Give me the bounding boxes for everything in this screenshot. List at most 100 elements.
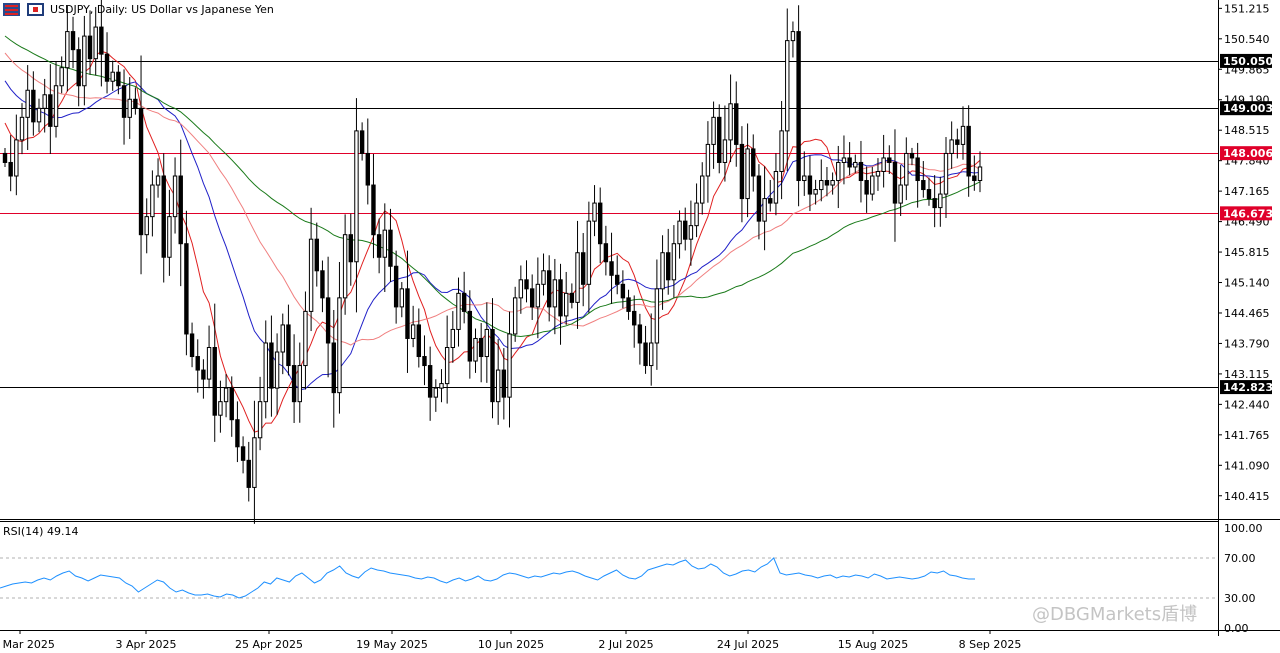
candle-body-bull	[790, 31, 796, 42]
candle-body-bear	[643, 342, 648, 367]
candle	[796, 5, 801, 207]
candle	[751, 134, 756, 192]
candle	[65, 6, 70, 92]
candle	[359, 122, 365, 161]
chart-title: USDJPY, Daily: US Dollar vs Japanese Yen	[50, 3, 274, 16]
candle-body-bull	[836, 161, 841, 182]
candle	[218, 380, 223, 433]
candle	[269, 315, 274, 417]
candle	[887, 145, 892, 174]
candle-body-bull	[700, 175, 705, 204]
candle-body-bear	[478, 337, 484, 358]
candle-body-bull	[444, 347, 450, 385]
candle	[14, 114, 19, 196]
candle-body-bull	[59, 67, 64, 87]
candle	[495, 339, 501, 425]
candle	[892, 129, 898, 242]
price-level-tag: 150.050	[1220, 53, 1273, 68]
candle-body-bull	[297, 365, 302, 403]
candle-body-bear	[331, 342, 336, 394]
candle-body-bull	[938, 193, 943, 209]
time-tick-label: 19 May 2025	[356, 638, 428, 651]
candle	[524, 260, 529, 303]
candle	[104, 32, 110, 94]
candle-body-bull	[779, 130, 784, 172]
candle-body-bear	[201, 369, 206, 380]
price-tick-label: 142.440	[1224, 398, 1270, 411]
candle	[677, 210, 682, 259]
candlesticks	[2, 0, 983, 524]
price-tick-label: 141.090	[1224, 459, 1270, 472]
candle	[762, 166, 767, 251]
candle-body-bull	[223, 387, 229, 403]
candle-body-bear	[76, 49, 81, 87]
candle	[643, 325, 648, 374]
candle-body-bull	[495, 369, 501, 403]
candle	[773, 153, 779, 216]
candle-body-bear	[683, 220, 688, 240]
candle	[847, 142, 852, 176]
candle-body-bear	[921, 180, 926, 191]
candle-body-bear	[490, 328, 495, 403]
candle-body-bear	[558, 279, 563, 317]
candle	[949, 121, 954, 169]
candle-body-bear	[291, 365, 297, 403]
candle-body-bull	[705, 143, 711, 177]
candle	[19, 103, 25, 155]
candle-body-bear	[422, 356, 427, 367]
candle-body-bull	[949, 139, 954, 154]
candle-body-bear	[461, 292, 467, 312]
candle-body-bull	[830, 180, 835, 186]
candle	[785, 8, 790, 172]
candle	[841, 135, 847, 185]
candle	[365, 118, 370, 205]
candle-body-bull	[711, 116, 716, 145]
candle	[422, 335, 427, 386]
candle	[53, 61, 59, 138]
candle-body-bull	[450, 328, 456, 349]
candle	[303, 291, 308, 390]
candle-body-bear	[138, 107, 144, 236]
candle	[31, 71, 36, 136]
rsi-axis-label: 70.00	[1224, 552, 1256, 565]
candle-body-bull	[977, 166, 983, 182]
candle-body-bull	[853, 161, 858, 168]
candle-body-bull	[898, 184, 903, 204]
price-level-tag: 142.823	[1220, 380, 1273, 395]
candle	[603, 225, 609, 276]
candle-body-bear	[626, 297, 631, 312]
candle	[569, 283, 575, 309]
candle	[195, 339, 200, 393]
candle-body-bull	[694, 202, 699, 227]
candle	[70, 16, 76, 69]
candle-body-bull	[671, 243, 677, 281]
candle	[938, 176, 943, 227]
candle-body-bull	[881, 157, 886, 172]
candle	[189, 322, 195, 368]
candle-body-bear	[184, 243, 189, 335]
candle-body-bull	[592, 202, 597, 222]
candle	[155, 158, 161, 198]
candle	[615, 255, 620, 295]
candle-body-bear	[116, 71, 121, 87]
candle	[926, 177, 932, 206]
price-tick-label: 143.790	[1224, 337, 1270, 350]
candle-body-bull	[728, 103, 733, 141]
candle-body-bear	[376, 234, 382, 258]
candle-body-bull	[563, 292, 569, 317]
candle	[563, 271, 569, 325]
candle	[291, 334, 297, 423]
candle-body-bear	[739, 143, 745, 200]
candle-body-bear	[99, 26, 104, 55]
candle-body-bull	[456, 292, 461, 330]
candle-body-bear	[388, 229, 393, 267]
candle-body-bear	[955, 139, 960, 145]
candle-body-bear	[229, 387, 234, 421]
candle-body-bear	[178, 175, 183, 245]
candle	[444, 315, 450, 404]
candle-body-bull	[354, 130, 359, 263]
candle-body-bear	[858, 161, 864, 182]
candle-body-bear	[529, 288, 535, 308]
candle	[649, 313, 654, 386]
candle	[144, 198, 149, 254]
